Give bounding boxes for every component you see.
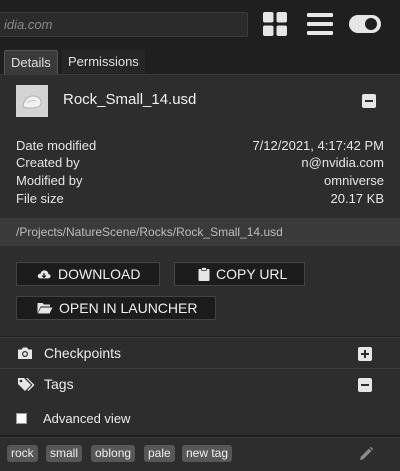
copy-url-label: COPY URL xyxy=(216,266,288,282)
tag-chip[interactable]: oblong xyxy=(91,445,136,462)
tab-bar: Details Permissions xyxy=(0,48,400,74)
meta-row: Date modified 7/12/2021, 4:17:42 PM xyxy=(16,138,384,155)
tags-label: Tags xyxy=(44,376,74,392)
meta-value: 7/12/2021, 4:17:42 PM xyxy=(252,138,384,153)
tab-permissions[interactable]: Permissions xyxy=(62,50,145,74)
open-in-launcher-label: OPEN IN LAUNCHER xyxy=(59,300,198,316)
metadata-panel: Date modified 7/12/2021, 4:17:42 PM Crea… xyxy=(0,126,400,218)
open-in-launcher-button[interactable]: OPEN IN LAUNCHER xyxy=(16,296,216,320)
advanced-view-label: Advanced view xyxy=(43,411,131,426)
meta-row: Modified by omniverse xyxy=(16,173,384,190)
tags-icon xyxy=(18,378,35,391)
download-button[interactable]: DOWNLOAD xyxy=(16,262,160,286)
meta-key: Date modified xyxy=(16,138,97,153)
list-view-icon[interactable] xyxy=(307,12,333,36)
meta-key: Created by xyxy=(16,155,80,170)
meta-value: n@nvidia.com xyxy=(301,155,384,170)
meta-key: Modified by xyxy=(16,173,83,188)
advanced-view-checkbox[interactable] xyxy=(16,413,27,424)
tag-chip[interactable]: rock xyxy=(7,445,38,462)
collapse-details-button[interactable] xyxy=(362,94,376,108)
checkpoints-section-header[interactable]: Checkpoints xyxy=(0,337,400,368)
clipboard-icon xyxy=(198,267,210,281)
meta-value: omniverse xyxy=(324,173,384,188)
meta-value: 20.17 KB xyxy=(330,191,385,206)
actions-panel: DOWNLOAD COPY URL OPEN IN LAUNCHER xyxy=(0,246,400,336)
top-toolbar: idia.com xyxy=(0,0,400,48)
collapse-tags-button[interactable] xyxy=(358,378,372,392)
tags-section-header[interactable]: Tags xyxy=(0,368,400,399)
tag-chip[interactable]: new tag xyxy=(182,445,233,462)
tab-details[interactable]: Details xyxy=(4,50,58,74)
file-path[interactable]: /Projects/NatureScene/Rocks/Rock_Small_1… xyxy=(0,218,400,246)
meta-key: File size xyxy=(16,191,64,206)
tag-chip[interactable]: pale xyxy=(144,445,175,462)
file-name: Rock_Small_14.usd xyxy=(63,91,197,108)
copy-url-button[interactable]: COPY URL xyxy=(174,262,305,286)
checkpoints-label: Checkpoints xyxy=(44,345,122,361)
toggle-switch-icon[interactable] xyxy=(349,12,381,36)
download-label: DOWNLOAD xyxy=(58,266,141,282)
grid-view-icon[interactable] xyxy=(263,12,287,36)
tag-chip[interactable]: small xyxy=(46,445,83,462)
url-field[interactable]: idia.com xyxy=(0,12,248,37)
meta-row: Created by n@nvidia.com xyxy=(16,155,384,172)
meta-row: File size 20.17 KB xyxy=(16,191,384,208)
tags-bar: rock small oblong pale new tag xyxy=(0,437,400,471)
file-thumbnail xyxy=(16,85,48,117)
folder-open-icon xyxy=(37,303,53,314)
advanced-view-row: Advanced view xyxy=(0,399,400,435)
pencil-edit-icon[interactable] xyxy=(358,446,374,462)
file-header: Rock_Small_14.usd xyxy=(0,74,400,126)
rock-thumbnail-icon xyxy=(16,85,48,117)
expand-checkpoints-button[interactable] xyxy=(358,347,372,361)
cloud-download-icon xyxy=(37,270,51,279)
camera-icon xyxy=(18,347,32,359)
